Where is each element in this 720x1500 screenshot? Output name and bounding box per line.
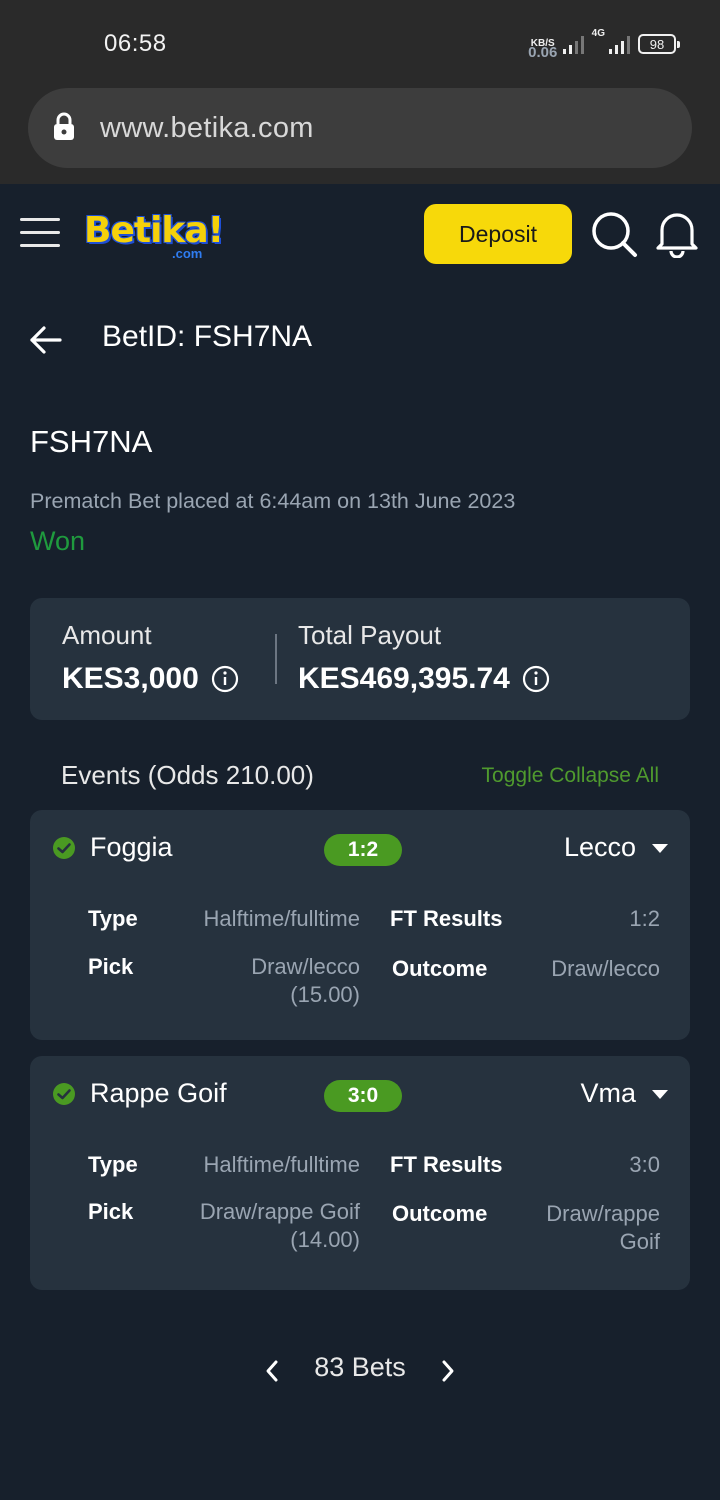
url-text[interactable]: www.betika.com xyxy=(100,112,314,145)
caret-down-icon[interactable] xyxy=(652,1090,668,1100)
page-title: BetID: FSH7NA xyxy=(102,320,313,353)
pick-selection: Draw/rappe Goif xyxy=(199,1199,360,1224)
outcome-line-1: Draw/rappe xyxy=(546,1201,660,1226)
score-badge: 1:2 xyxy=(324,834,402,866)
browser-toolbar: www.betika.com xyxy=(0,88,720,184)
status-bar: 06:58 0.06 KB/S 4G 98 xyxy=(0,0,720,88)
ft-results-label: FT Results xyxy=(390,1152,503,1177)
bet-status: Won xyxy=(30,526,86,556)
home-team: Foggia xyxy=(90,832,173,862)
logo-domain: .com xyxy=(172,246,203,261)
status-time: 06:58 xyxy=(104,30,167,57)
pick-odds: (14.00) xyxy=(290,1227,360,1252)
app-header: Betika! .com Deposit xyxy=(0,184,720,284)
event-card[interactable]: Foggia 1:2 Lecco Type Halftime/fulltime … xyxy=(30,810,690,1040)
pick-label: Pick xyxy=(88,954,134,979)
pick-odds: (15.00) xyxy=(290,982,360,1007)
outcome-value: Draw/rappe Goif xyxy=(546,1200,660,1256)
outcome-label: Outcome xyxy=(392,1201,488,1226)
outcome-line-2: Goif xyxy=(619,1229,660,1254)
net-speed-value: 0.06 xyxy=(528,44,558,61)
bet-code: FSH7NA xyxy=(30,424,153,459)
chevron-right-icon[interactable] xyxy=(440,1358,456,1384)
toggle-collapse-all-link[interactable]: Toggle Collapse All xyxy=(482,764,659,788)
pick-value: Draw/lecco (15.00) xyxy=(251,953,360,1009)
ft-results-value: 1:2 xyxy=(629,906,660,931)
summary-divider xyxy=(275,634,277,684)
bet-summary-card: Amount KES3,000 Total Payout KES469,395.… xyxy=(30,598,690,720)
bet-placed-info: Prematch Bet placed at 6:44am on 13th Ju… xyxy=(30,489,516,513)
hamburger-menu-icon[interactable] xyxy=(20,218,60,250)
payout-label: Total Payout xyxy=(298,620,442,650)
events-header: Events (Odds 210.00) xyxy=(61,760,314,790)
home-team: Rappe Goif xyxy=(90,1078,227,1108)
info-icon[interactable] xyxy=(211,665,239,693)
payout-value-row: KES469,395.74 xyxy=(298,662,550,696)
bell-icon[interactable] xyxy=(654,208,700,258)
search-icon[interactable] xyxy=(590,210,638,258)
check-circle-icon xyxy=(53,1083,75,1105)
info-icon[interactable] xyxy=(522,665,550,693)
cell-signal-icon xyxy=(609,34,630,54)
score-badge: 3:0 xyxy=(324,1080,402,1112)
status-indicators: 0.06 KB/S 4G 98 xyxy=(528,28,680,62)
type-label: Type xyxy=(88,906,138,931)
network-type: 4G xyxy=(591,28,605,39)
pick-selection: Draw/lecco xyxy=(251,954,360,979)
net-speed: 0.06 KB/S xyxy=(528,39,557,62)
bets-count: 83 Bets xyxy=(314,1352,406,1382)
amount-value: KES3,000 xyxy=(62,662,199,695)
battery-level: 98 xyxy=(649,36,665,52)
wifi-signal-icon xyxy=(562,34,584,54)
away-team: Vma xyxy=(580,1078,636,1108)
pagination: 83 Bets xyxy=(0,1350,720,1390)
pick-value: Draw/rappe Goif (14.00) xyxy=(200,1198,360,1254)
amount-value-row: KES3,000 xyxy=(62,662,239,696)
payout-value: KES469,395.74 xyxy=(298,662,510,695)
battery-icon: 98 xyxy=(638,34,680,54)
type-value: Halftime/fulltime xyxy=(203,1152,360,1177)
ft-results-label: FT Results xyxy=(390,906,503,931)
deposit-button[interactable]: Deposit xyxy=(424,204,572,264)
away-team: Lecco xyxy=(563,832,636,862)
caret-down-icon[interactable] xyxy=(652,844,668,854)
back-arrow-icon[interactable] xyxy=(28,324,64,356)
outcome-value: Draw/lecco xyxy=(551,955,660,983)
outcome-label: Outcome xyxy=(392,956,488,981)
lock-icon xyxy=(54,112,74,140)
amount-label: Amount xyxy=(62,620,152,650)
outcome-line-1: Draw/lecco xyxy=(551,956,660,981)
pick-label: Pick xyxy=(88,1199,134,1224)
event-card[interactable]: Rappe Goif 3:0 Vma Type Halftime/fulltim… xyxy=(30,1056,690,1290)
check-circle-icon xyxy=(53,837,75,859)
type-label: Type xyxy=(88,1152,138,1177)
ft-results-value: 3:0 xyxy=(629,1152,660,1177)
type-value: Halftime/fulltime xyxy=(203,906,360,931)
